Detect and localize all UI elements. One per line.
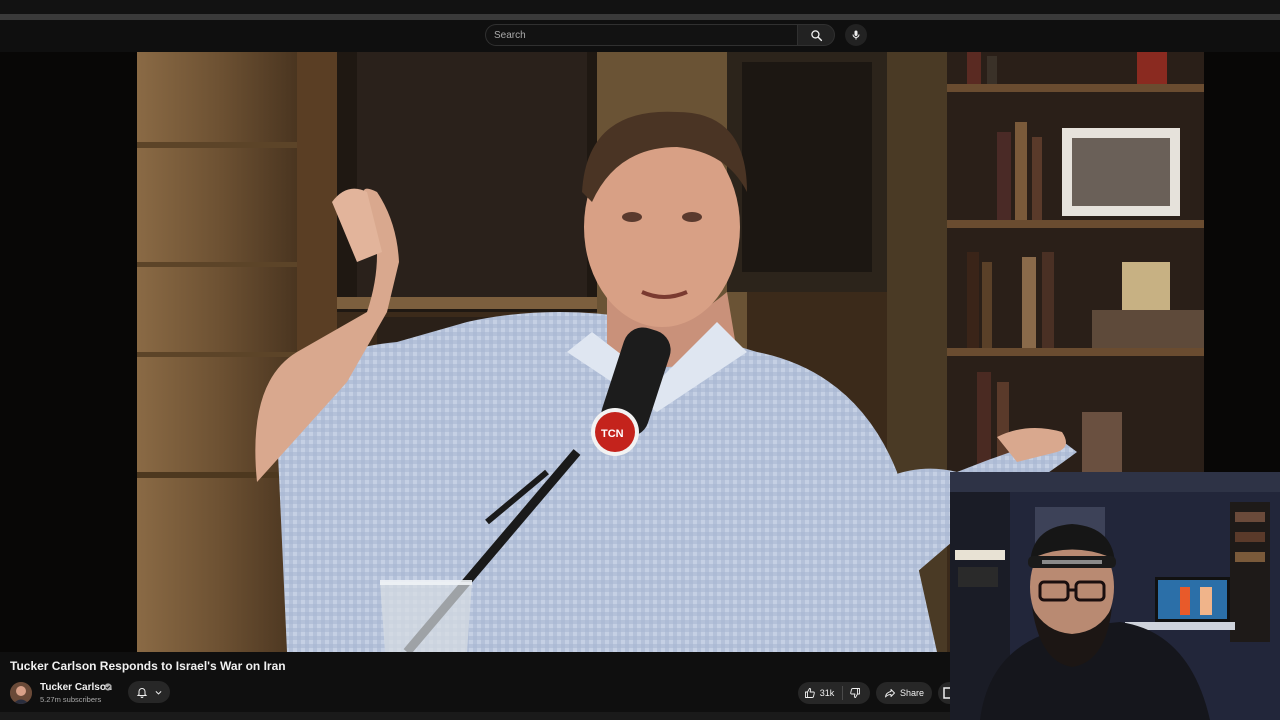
- like-button[interactable]: 31k: [798, 682, 840, 704]
- webcam-overlay: [950, 472, 1280, 720]
- webcam-scene: [950, 472, 1280, 720]
- dislike-button[interactable]: [844, 682, 866, 704]
- chevron-down-icon: [155, 690, 161, 695]
- bell-icon: [136, 688, 147, 698]
- microphone-icon: [852, 30, 860, 40]
- bottom-strip: [0, 712, 950, 720]
- channel-name[interactable]: Tucker Carlson: [40, 682, 112, 693]
- share-label: Share: [899, 688, 925, 698]
- like-dislike-group[interactable]: 31k: [798, 682, 870, 704]
- subscriber-count: 5.27m subscribers: [40, 695, 102, 704]
- owner-row: Tucker Carlson 5.27m subscribers 31k Sha…: [0, 678, 950, 708]
- verified-check-icon: [104, 683, 112, 691]
- like-divider: [842, 686, 843, 700]
- share-arrow-icon: [885, 689, 895, 698]
- notification-bell-button[interactable]: [128, 681, 170, 703]
- player-letterbox-left: [0, 52, 137, 652]
- search-box[interactable]: [485, 24, 797, 46]
- mic-logo-text: TCN: [601, 428, 624, 440]
- browser-top-strip: [0, 0, 1280, 14]
- avatar-image: [10, 682, 32, 704]
- share-button[interactable]: Share: [876, 682, 932, 704]
- channel-avatar[interactable]: [10, 682, 32, 704]
- like-count: 31k: [819, 688, 835, 698]
- search-input[interactable]: [494, 25, 789, 45]
- voice-search-button[interactable]: [845, 24, 867, 46]
- search-icon: [810, 29, 822, 41]
- thumbs-down-icon: [850, 688, 860, 698]
- video-title: Tucker Carlson Responds to Israel's War …: [10, 659, 286, 673]
- thumbs-up-icon: [804, 688, 815, 698]
- search-button[interactable]: [797, 24, 835, 46]
- player-letterbox-right: [1204, 52, 1280, 472]
- save-button-partial[interactable]: [938, 682, 950, 704]
- save-icon: [943, 687, 950, 699]
